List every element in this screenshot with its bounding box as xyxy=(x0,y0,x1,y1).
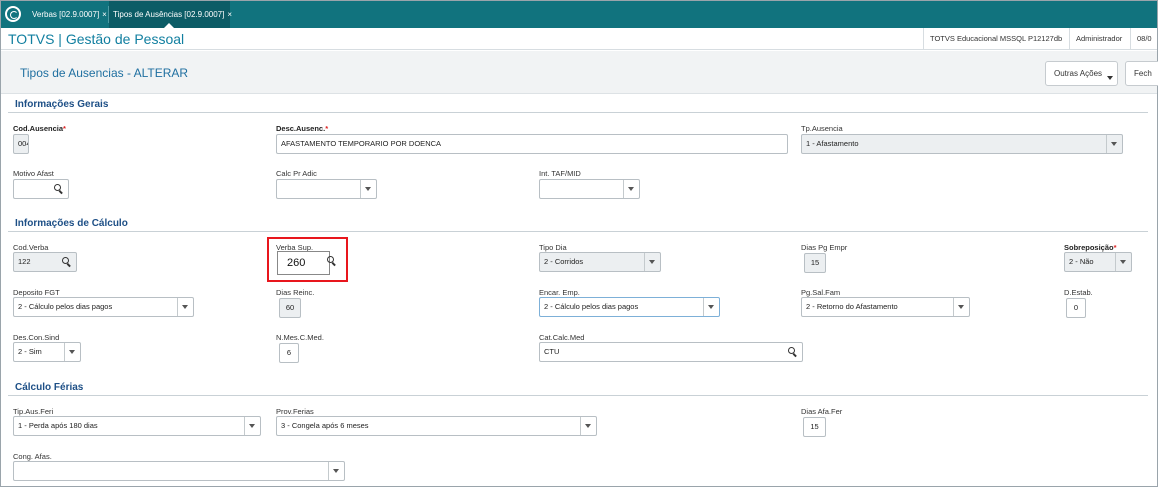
section-title: Informações de Cálculo xyxy=(15,218,128,229)
more-actions-label: Outras Ações xyxy=(1054,69,1103,78)
dias-reinc-field[interactable]: 60 xyxy=(279,298,301,318)
search-icon[interactable] xyxy=(62,257,71,266)
date-info: 08/0 xyxy=(1130,28,1158,49)
tab-verbas[interactable]: Verbas [02.9.0007] × xyxy=(28,1,108,28)
cod-ausencia-label: Cod.Ausencia* xyxy=(13,124,66,133)
user-name[interactable]: Administrador xyxy=(1069,28,1128,49)
motivo-afast-label: Motivo Afast xyxy=(13,169,54,178)
section-title: Cálculo Férias xyxy=(15,382,84,393)
desc-ausenc-field[interactable]: AFASTAMENTO TEMPORARIO POR DOENCA xyxy=(276,134,788,154)
d-estab-label: D.Estab. xyxy=(1064,288,1093,297)
caret-down-icon xyxy=(1107,76,1113,80)
chevron-down-icon[interactable] xyxy=(244,417,260,435)
calc-pr-adic-label: Calc Pr Adic xyxy=(276,169,317,178)
sobreposicao-select[interactable]: 2 - Não xyxy=(1064,252,1132,272)
dias-afa-fer-label: Dias Afa.Fer xyxy=(801,407,843,416)
tipo-dia-label: Tipo Dia xyxy=(539,243,567,252)
chevron-down-icon[interactable] xyxy=(64,343,80,361)
prov-ferias-label: Prov.Ferias xyxy=(276,407,314,416)
section-title: Informações Gerais xyxy=(15,99,109,110)
close-button[interactable]: Fech xyxy=(1125,61,1158,86)
dias-reinc-label: Dias Reinc. xyxy=(276,288,315,297)
environment-info: TOTVS Educacional MSSQL P12127db xyxy=(923,28,1068,49)
d-estab-field[interactable]: 0 xyxy=(1066,298,1086,318)
prov-ferias-select[interactable]: 3 - Congela após 6 meses xyxy=(276,416,597,436)
deposito-fgt-select[interactable]: 2 - Cálculo pelos dias pagos xyxy=(13,297,194,317)
cod-ausencia-field[interactable]: 004 xyxy=(13,134,29,154)
tp-ausencia-select[interactable]: 1 - Afastamento xyxy=(801,134,1123,154)
deposito-fgt-label: Deposito FGT xyxy=(13,288,60,297)
dias-afa-fer-field[interactable]: 15 xyxy=(803,417,826,437)
tab-label: Tipos de Ausências [02.9.0007] xyxy=(113,10,225,19)
chevron-down-icon[interactable] xyxy=(177,298,193,316)
close-icon[interactable]: × xyxy=(102,10,107,19)
encar-emp-label: Encar. Emp. xyxy=(539,288,580,297)
page-title: Tipos de Ausencias - ALTERAR xyxy=(20,66,189,80)
chevron-down-icon[interactable] xyxy=(1106,135,1122,153)
cod-verba-label: Cod.Verba xyxy=(13,243,49,252)
motivo-afast-field[interactable] xyxy=(13,179,69,199)
verba-sup-field[interactable]: 260 xyxy=(277,251,330,275)
sobreposicao-label: Sobreposição* xyxy=(1064,243,1117,252)
chevron-down-icon[interactable] xyxy=(1115,253,1131,271)
cat-calc-med-label: Cat.Calc.Med xyxy=(539,333,585,342)
totvs-menu-icon[interactable] xyxy=(5,6,21,22)
pg-sal-fam-label: Pg.Sal.Fam xyxy=(801,288,841,297)
pg-sal-fam-select[interactable]: 2 - Retorno do Afastamento xyxy=(801,297,970,317)
dias-pg-empr-label: Dias Pg Empr xyxy=(801,243,848,252)
desc-ausenc-label: Desc.Ausenc.* xyxy=(276,124,329,133)
dias-pg-empr-field[interactable]: 15 xyxy=(804,253,826,273)
cong-afas-select[interactable] xyxy=(13,461,345,481)
chevron-down-icon[interactable] xyxy=(360,180,376,198)
cat-calc-med-field[interactable]: CTU xyxy=(539,342,803,362)
des-con-sind-select[interactable]: 2 - Sim xyxy=(13,342,81,362)
cod-verba-field[interactable]: 122 xyxy=(13,252,77,272)
chevron-down-icon[interactable] xyxy=(953,298,969,316)
close-icon[interactable]: × xyxy=(227,10,232,19)
calc-pr-adic-select[interactable] xyxy=(276,179,377,199)
encar-emp-select[interactable]: 2 - Cálculo pelos dias pagos xyxy=(539,297,720,317)
cong-afas-label: Cong. Afas. xyxy=(13,452,52,461)
tab-bar: Verbas [02.9.0007] × Tipos de Ausências [… xyxy=(1,1,1157,28)
tab-tipos-ausencias[interactable]: Tipos de Ausências [02.9.0007] × xyxy=(109,1,232,28)
tip-aus-feri-select[interactable]: 1 - Perda após 180 dias xyxy=(13,416,261,436)
section-general: Informações Gerais xyxy=(8,97,1148,113)
section-vacation: Cálculo Férias xyxy=(8,380,1148,396)
chevron-down-icon[interactable] xyxy=(580,417,596,435)
des-con-sind-label: Des.Con.Sind xyxy=(13,333,60,342)
n-mes-c-med-label: N.Mes.C.Med. xyxy=(276,333,324,342)
search-icon[interactable] xyxy=(327,256,339,268)
chevron-down-icon[interactable] xyxy=(703,298,719,316)
chevron-down-icon[interactable] xyxy=(644,253,660,271)
page-header: Tipos de Ausencias - ALTERAR Outras Açõe… xyxy=(1,51,1158,94)
search-icon[interactable] xyxy=(54,184,63,193)
search-icon[interactable] xyxy=(788,347,797,356)
int-taf-label: Int. TAF/MID xyxy=(539,169,581,178)
int-taf-select[interactable] xyxy=(539,179,640,199)
n-mes-c-med-field[interactable]: 6 xyxy=(279,343,299,363)
tp-ausencia-label: Tp.Ausencia xyxy=(801,124,843,133)
section-calc: Informações de Cálculo xyxy=(8,216,1148,232)
tip-aus-feri-label: Tip.Aus.Feri xyxy=(13,407,54,416)
chevron-down-icon[interactable] xyxy=(623,180,639,198)
app-title: TOTVS | Gestão de Pessoal xyxy=(8,31,185,47)
app-header: TOTVS | Gestão de Pessoal TOTVS Educacio… xyxy=(1,28,1157,50)
more-actions-button[interactable]: Outras Ações xyxy=(1045,61,1118,86)
tab-label: Verbas [02.9.0007] xyxy=(32,10,100,19)
tipo-dia-select[interactable]: 2 - Corridos xyxy=(539,252,661,272)
chevron-down-icon[interactable] xyxy=(328,462,344,480)
